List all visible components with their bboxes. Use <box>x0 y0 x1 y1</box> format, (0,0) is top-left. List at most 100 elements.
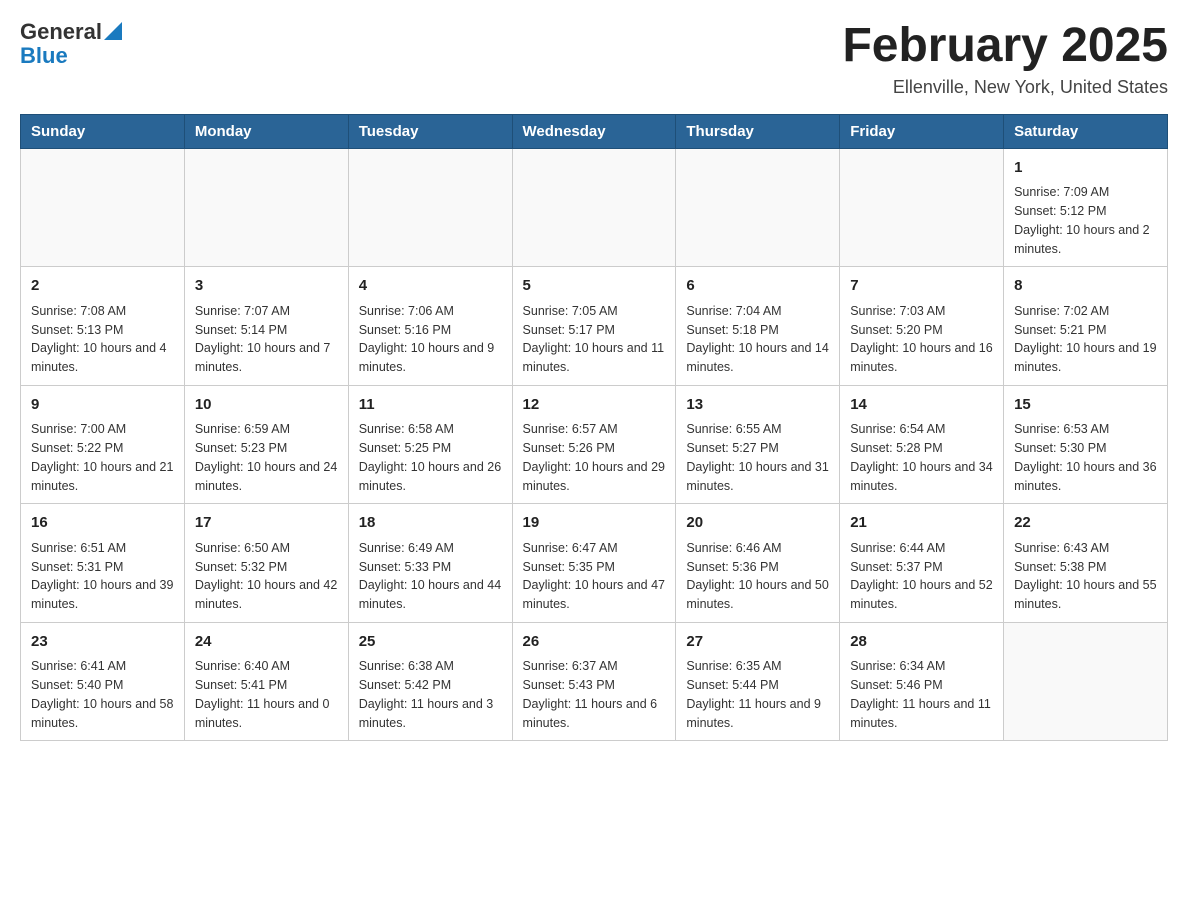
table-row: 21 Sunrise: 6:44 AM Sunset: 5:37 PM Dayli… <box>840 504 1004 623</box>
table-row: 28 Sunrise: 6:34 AM Sunset: 5:46 PM Dayli… <box>840 622 1004 741</box>
day-info: Sunrise: 6:57 AM Sunset: 5:26 PM Dayligh… <box>523 420 666 495</box>
table-row: 14 Sunrise: 6:54 AM Sunset: 5:28 PM Dayli… <box>840 385 1004 504</box>
page-header: General Blue February 2025 Ellenville, N… <box>20 20 1168 98</box>
day-number: 15 <box>1014 394 1157 417</box>
day-number: 21 <box>850 512 993 535</box>
day-number: 13 <box>686 394 829 417</box>
calendar-week-2: 2 Sunrise: 7:08 AM Sunset: 5:13 PM Daylig… <box>21 267 1168 386</box>
table-row: 16 Sunrise: 6:51 AM Sunset: 5:31 PM Dayli… <box>21 504 185 623</box>
table-row: 20 Sunrise: 6:46 AM Sunset: 5:36 PM Dayli… <box>676 504 840 623</box>
table-row: 27Sunrise: 6:35 AM Sunset: 5:44 PM Dayli… <box>676 622 840 741</box>
col-tuesday: Tuesday <box>348 114 512 148</box>
day-info: Sunrise: 6:55 AM Sunset: 5:27 PM Dayligh… <box>686 420 829 495</box>
day-info: Sunrise: 6:54 AM Sunset: 5:28 PM Dayligh… <box>850 420 993 495</box>
day-number: 28 <box>850 631 993 654</box>
table-row: 17 Sunrise: 6:50 AM Sunset: 5:32 PM Dayli… <box>184 504 348 623</box>
day-number: 3 <box>195 275 338 298</box>
title-block: February 2025 Ellenville, New York, Unit… <box>842 20 1168 98</box>
col-thursday: Thursday <box>676 114 840 148</box>
calendar-week-3: 9Sunrise: 7:00 AM Sunset: 5:22 PM Daylig… <box>21 385 1168 504</box>
col-wednesday: Wednesday <box>512 114 676 148</box>
day-info: Sunrise: 7:05 AM Sunset: 5:17 PM Dayligh… <box>523 302 666 377</box>
day-number: 7 <box>850 275 993 298</box>
calendar-week-4: 16 Sunrise: 6:51 AM Sunset: 5:31 PM Dayli… <box>21 504 1168 623</box>
table-row <box>840 148 1004 267</box>
table-row: 4Sunrise: 7:06 AM Sunset: 5:16 PM Daylig… <box>348 267 512 386</box>
day-number: 18 <box>359 512 502 535</box>
table-row: 5 Sunrise: 7:05 AM Sunset: 5:17 PM Daylig… <box>512 267 676 386</box>
day-info: Sunrise: 6:59 AM Sunset: 5:23 PM Dayligh… <box>195 420 338 495</box>
day-info: Sunrise: 6:34 AM Sunset: 5:46 PM Dayligh… <box>850 657 993 732</box>
day-info: Sunrise: 6:47 AM Sunset: 5:35 PM Dayligh… <box>523 539 666 614</box>
day-info: Sunrise: 6:50 AM Sunset: 5:32 PM Dayligh… <box>195 539 338 614</box>
day-number: 2 <box>31 275 174 298</box>
table-row: 11 Sunrise: 6:58 AM Sunset: 5:25 PM Dayli… <box>348 385 512 504</box>
day-info: Sunrise: 6:49 AM Sunset: 5:33 PM Dayligh… <box>359 539 502 614</box>
logo-general: General <box>20 20 102 44</box>
table-row <box>512 148 676 267</box>
logo-triangle-icon <box>104 22 122 40</box>
day-number: 5 <box>523 275 666 298</box>
table-row: 2 Sunrise: 7:08 AM Sunset: 5:13 PM Daylig… <box>21 267 185 386</box>
table-row: 3 Sunrise: 7:07 AM Sunset: 5:14 PM Daylig… <box>184 267 348 386</box>
table-row: 15 Sunrise: 6:53 AM Sunset: 5:30 PM Dayli… <box>1004 385 1168 504</box>
table-row: 7 Sunrise: 7:03 AM Sunset: 5:20 PM Daylig… <box>840 267 1004 386</box>
table-row <box>676 148 840 267</box>
calendar-table: Sunday Monday Tuesday Wednesday Thursday… <box>20 114 1168 742</box>
day-info: Sunrise: 7:00 AM Sunset: 5:22 PM Dayligh… <box>31 420 174 495</box>
day-number: 25 <box>359 631 502 654</box>
table-row: 10 Sunrise: 6:59 AM Sunset: 5:23 PM Dayli… <box>184 385 348 504</box>
col-saturday: Saturday <box>1004 114 1168 148</box>
day-number: 4 <box>359 275 502 298</box>
day-info: Sunrise: 6:51 AM Sunset: 5:31 PM Dayligh… <box>31 539 174 614</box>
table-row: 9Sunrise: 7:00 AM Sunset: 5:22 PM Daylig… <box>21 385 185 504</box>
day-info: Sunrise: 7:02 AM Sunset: 5:21 PM Dayligh… <box>1014 302 1157 377</box>
day-number: 20 <box>686 512 829 535</box>
logo: General Blue <box>20 20 122 68</box>
table-row: 8 Sunrise: 7:02 AM Sunset: 5:21 PM Daylig… <box>1004 267 1168 386</box>
calendar-week-5: 23Sunrise: 6:41 AM Sunset: 5:40 PM Dayli… <box>21 622 1168 741</box>
day-number: 24 <box>195 631 338 654</box>
day-info: Sunrise: 6:44 AM Sunset: 5:37 PM Dayligh… <box>850 539 993 614</box>
calendar-header-row: Sunday Monday Tuesday Wednesday Thursday… <box>21 114 1168 148</box>
day-number: 16 <box>31 512 174 535</box>
day-number: 17 <box>195 512 338 535</box>
table-row: 25 Sunrise: 6:38 AM Sunset: 5:42 PM Dayli… <box>348 622 512 741</box>
col-friday: Friday <box>840 114 1004 148</box>
table-row: 26Sunrise: 6:37 AM Sunset: 5:43 PM Dayli… <box>512 622 676 741</box>
location-text: Ellenville, New York, United States <box>842 77 1168 98</box>
day-info: Sunrise: 6:43 AM Sunset: 5:38 PM Dayligh… <box>1014 539 1157 614</box>
day-number: 19 <box>523 512 666 535</box>
table-row <box>348 148 512 267</box>
day-info: Sunrise: 7:08 AM Sunset: 5:13 PM Dayligh… <box>31 302 174 377</box>
table-row: 23Sunrise: 6:41 AM Sunset: 5:40 PM Dayli… <box>21 622 185 741</box>
day-number: 26 <box>523 631 666 654</box>
day-number: 14 <box>850 394 993 417</box>
day-number: 12 <box>523 394 666 417</box>
table-row: 24 Sunrise: 6:40 AM Sunset: 5:41 PM Dayli… <box>184 622 348 741</box>
col-sunday: Sunday <box>21 114 185 148</box>
col-monday: Monday <box>184 114 348 148</box>
day-number: 11 <box>359 394 502 417</box>
day-info: Sunrise: 6:35 AM Sunset: 5:44 PM Dayligh… <box>686 657 829 732</box>
day-number: 22 <box>1014 512 1157 535</box>
day-info: Sunrise: 7:03 AM Sunset: 5:20 PM Dayligh… <box>850 302 993 377</box>
day-info: Sunrise: 6:40 AM Sunset: 5:41 PM Dayligh… <box>195 657 338 732</box>
day-number: 23 <box>31 631 174 654</box>
table-row: 1 Sunrise: 7:09 AM Sunset: 5:12 PM Daylig… <box>1004 148 1168 267</box>
day-info: Sunrise: 7:04 AM Sunset: 5:18 PM Dayligh… <box>686 302 829 377</box>
table-row <box>1004 622 1168 741</box>
calendar-week-1: 1 Sunrise: 7:09 AM Sunset: 5:12 PM Daylig… <box>21 148 1168 267</box>
day-info: Sunrise: 6:58 AM Sunset: 5:25 PM Dayligh… <box>359 420 502 495</box>
day-info: Sunrise: 7:07 AM Sunset: 5:14 PM Dayligh… <box>195 302 338 377</box>
day-number: 10 <box>195 394 338 417</box>
day-info: Sunrise: 6:38 AM Sunset: 5:42 PM Dayligh… <box>359 657 502 732</box>
table-row <box>184 148 348 267</box>
day-number: 1 <box>1014 157 1157 180</box>
table-row: 6Sunrise: 7:04 AM Sunset: 5:18 PM Daylig… <box>676 267 840 386</box>
day-info: Sunrise: 6:46 AM Sunset: 5:36 PM Dayligh… <box>686 539 829 614</box>
day-number: 8 <box>1014 275 1157 298</box>
day-info: Sunrise: 6:53 AM Sunset: 5:30 PM Dayligh… <box>1014 420 1157 495</box>
table-row: 12 Sunrise: 6:57 AM Sunset: 5:26 PM Dayli… <box>512 385 676 504</box>
day-info: Sunrise: 7:09 AM Sunset: 5:12 PM Dayligh… <box>1014 183 1157 258</box>
